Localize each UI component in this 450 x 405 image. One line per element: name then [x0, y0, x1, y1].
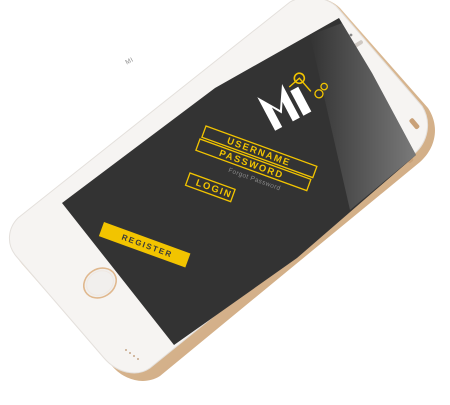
phone-mockup: MI USERNAME PASSWORD Forgot Password LOG…	[0, 0, 450, 400]
logo-text: MI	[124, 56, 134, 66]
sensor-dot	[349, 33, 353, 37]
